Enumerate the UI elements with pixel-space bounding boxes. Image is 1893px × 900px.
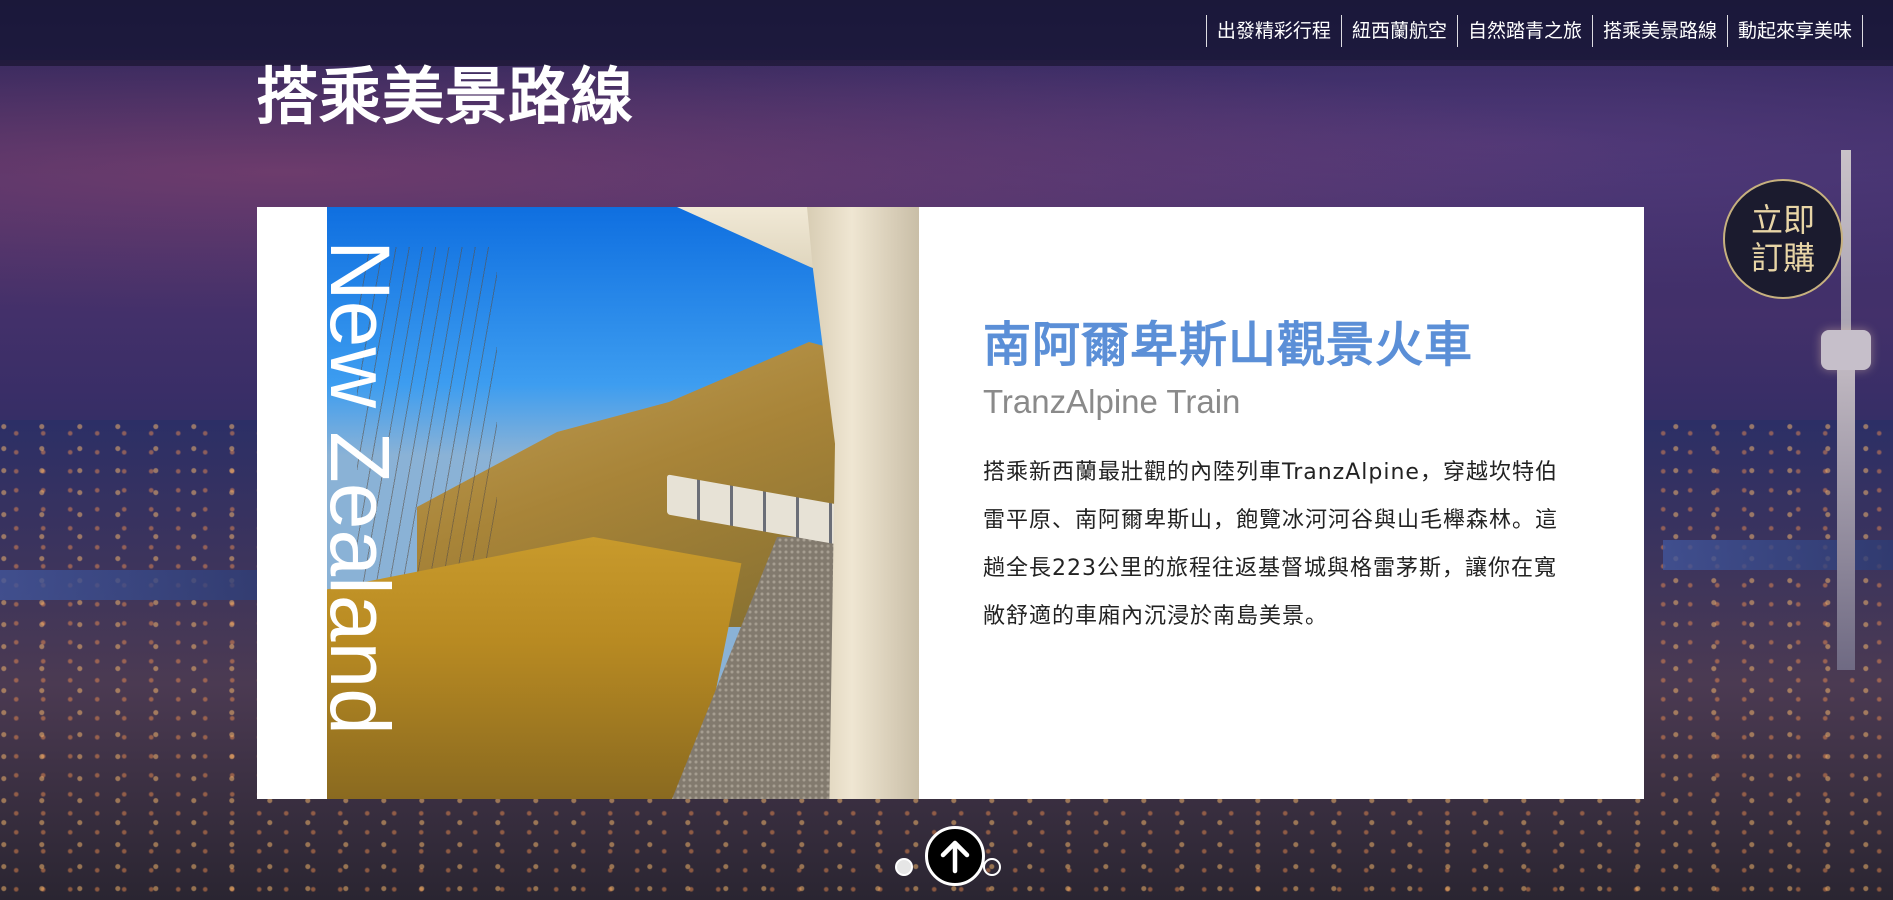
- book-now-label-2: 訂購: [1750, 239, 1815, 277]
- book-now-button[interactable]: 立即 訂購: [1723, 179, 1843, 299]
- card-title-en: TranzAlpine Train: [983, 383, 1241, 420]
- nav-item-nature[interactable]: 自然踏青之旅: [1456, 15, 1592, 47]
- pager-dot-1[interactable]: [895, 858, 913, 876]
- page-title: 搭乘美景路線: [256, 60, 635, 133]
- arrow-up-icon: [940, 840, 970, 874]
- nav-item-scenic-routes[interactable]: 搭乘美景路線: [1591, 15, 1727, 47]
- main-nav: 出發精彩行程 紐西蘭航空 自然踏青之旅 搭乘美景路線 動起來享美味: [1205, 15, 1863, 47]
- vertical-country-label: New Zealand: [313, 240, 407, 735]
- nav-item-itinerary[interactable]: 出發精彩行程: [1205, 15, 1341, 47]
- pager-dot-2[interactable]: [983, 858, 1001, 876]
- train-photo: [327, 207, 919, 799]
- card-description: 搭乘新西蘭最壯觀的內陸列車TranzAlpine，穿越坎特伯雷平原、南阿爾卑斯山…: [983, 460, 1559, 629]
- feature-card: 南阿爾卑斯山觀景火車 TranzAlpine Train 搭乘新西蘭最壯觀的內陸…: [257, 207, 1644, 799]
- nav-item-food[interactable]: 動起來享美味: [1726, 15, 1863, 47]
- harbor-water-right: [1663, 540, 1893, 570]
- book-now-label-1: 立即: [1750, 201, 1815, 239]
- nav-item-air-nz[interactable]: 紐西蘭航空: [1340, 15, 1457, 47]
- sky-tower-shaft: [1837, 370, 1855, 670]
- card-content: 南阿爾卑斯山觀景火車 TranzAlpine Train 搭乘新西蘭最壯觀的內陸…: [983, 305, 1573, 641]
- harbor-water-left: [0, 570, 280, 600]
- sky-tower-pod: [1821, 330, 1871, 370]
- scroll-top-button[interactable]: [925, 826, 985, 886]
- card-title-zh: 南阿爾卑斯山觀景火車: [983, 317, 1474, 373]
